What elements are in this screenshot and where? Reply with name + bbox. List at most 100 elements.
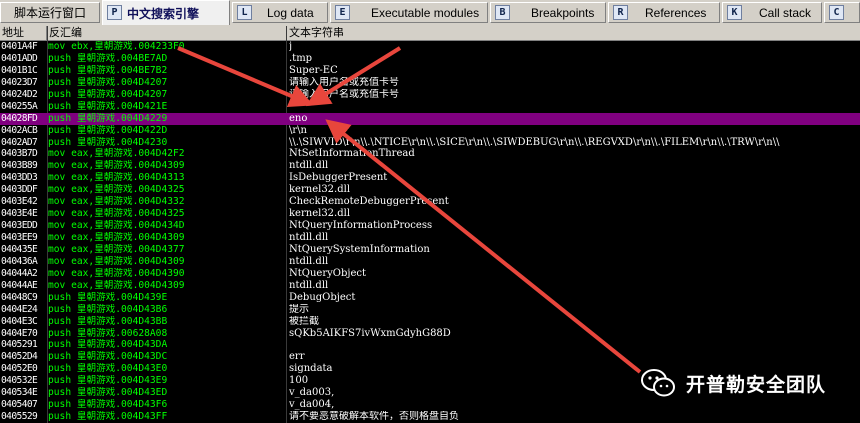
address-cell: 0404E3C [1, 315, 38, 327]
column-disassembly-header[interactable]: 反汇编 [47, 26, 287, 40]
disassembly-cell: mov eax,皇朝游戏.004D42F2 [48, 148, 185, 160]
table-row[interactable]: 040436A mov eax,皇朝游戏.004D4309 ntdll.dll [0, 256, 860, 268]
tab-references[interactable]: R References [608, 2, 720, 23]
address-cell: 04052E0 [1, 363, 38, 375]
table-row[interactable]: 0405529 push 皇朝游戏.004D43FF 请不要恶意破解本软件，否则格盘… [0, 411, 860, 423]
disassembly-cell: push 皇朝游戏.004D43FF [48, 411, 168, 423]
table-row-selected[interactable]: 04028FD push 皇朝游戏.004D4229 eno [0, 112, 860, 125]
disassembly-cell: push 皇朝游戏.004D43BB [48, 315, 168, 327]
disassembly-cell: push 皇朝游戏.004D4207 [48, 88, 168, 100]
text-string-cell: \\.\SIWVID\r\n\\.\NTICE\r\n\\.\SICE\r\n\… [289, 136, 780, 148]
address-cell: 0403B89 [1, 160, 38, 172]
tab-call-stack[interactable]: K Call stack [722, 2, 822, 23]
address-cell: 0405291 [1, 339, 38, 351]
table-row[interactable]: 0403B89 mov eax,皇朝游戏.004D4309 ntdll.dll [0, 160, 860, 172]
table-row[interactable]: 04044A2 mov eax,皇朝游戏.004D4390 NtQueryObjec… [0, 268, 860, 280]
disassembly-cell: mov eax,皇朝游戏.004D4309 [48, 255, 185, 267]
address-cell: 0403E42 [1, 196, 38, 208]
disassembly-cell: push 皇朝游戏.004D43F6 [48, 399, 168, 411]
table-row[interactable]: 04044AE mov eax,皇朝游戏.004D4309 ntdll.dll [0, 280, 860, 292]
table-row[interactable]: 04048C9 push 皇朝游戏.004D439E DebugObject [0, 292, 860, 304]
tab-cpu[interactable]: C [824, 2, 860, 23]
table-row[interactable]: 0403DDF mov eax,皇朝游戏.004D4325 kernel32.dll [0, 184, 860, 196]
address-cell: 0403E4E [1, 208, 38, 220]
disassembly-cell: mov eax,皇朝游戏.004D4325 [48, 184, 185, 196]
address-cell: 0403EDD [1, 220, 38, 232]
disassembly-cell: push 皇朝游戏.004D421E [48, 100, 168, 112]
log-icon: L [237, 5, 252, 20]
table-row[interactable]: 0403EDD mov eax,皇朝游戏.004D434D NtQueryInfor… [0, 220, 860, 232]
disassembly-cell: mov eax,皇朝游戏.004D4377 [48, 243, 185, 255]
breakpoint-icon: B [495, 5, 510, 20]
column-address-header[interactable]: 地址 [0, 26, 47, 40]
address-cell: 0405529 [1, 411, 38, 423]
table-row[interactable]: 0402ACB push 皇朝游戏.004D422D \r\n [0, 125, 860, 137]
text-string-cell: \r\n [289, 124, 307, 136]
table-row[interactable]: 0401ADD push 皇朝游戏.004BE7AD .tmp [0, 53, 860, 65]
text-string-cell: eno [289, 112, 308, 124]
tab-label: Log data [267, 5, 314, 20]
tab-executable-modules[interactable]: E Executable modules [330, 2, 488, 23]
table-row[interactable]: 040435E mov eax,皇朝游戏.004D4377 NtQuerySyste… [0, 244, 860, 256]
text-string-cell: ntdll.dll [289, 160, 329, 172]
table-row[interactable]: 0404E70 push 皇朝游戏.00628A08 sQKb5AIKFS7ivWx… [0, 328, 860, 340]
call-stack-icon: K [727, 5, 742, 20]
table-row[interactable]: 04023D7 push 皇朝游戏.004D4207 请输入用户名或充值卡号 [0, 77, 860, 89]
address-cell: 0403B7D [1, 148, 38, 160]
tab-label: Call stack [759, 5, 812, 20]
address-cell: 04024D2 [1, 88, 38, 100]
tab-script-window[interactable]: 脚本运行窗口 [0, 2, 100, 23]
disassembly-cell: push 皇朝游戏.004BE7AD [48, 52, 168, 64]
address-cell: 0404E70 [1, 327, 38, 339]
address-cell: 0402AD7 [1, 136, 38, 148]
text-string-cell: Super-EC [289, 64, 338, 76]
table-row[interactable]: 0403B7D mov eax,皇朝游戏.004D42F2 NtSetInforma… [0, 148, 860, 160]
table-row[interactable]: 0403EE9 mov eax,皇朝游戏.004D4309 ntdll.dll [0, 232, 860, 244]
table-row[interactable]: 0403E4E mov eax,皇朝游戏.004D4325 kernel32.dll [0, 208, 860, 220]
disassembly-cell: push 皇朝游戏.004D43DA [48, 339, 168, 351]
disassembly-cell: push 皇朝游戏.004D43B6 [48, 303, 168, 315]
tab-label: Executable modules [371, 5, 480, 20]
address-cell: 0403DD3 [1, 172, 38, 184]
tab-chinese-search[interactable]: P 中文搜索引擎 [102, 0, 230, 25]
table-row[interactable]: 0403DD3 mov eax,皇朝游戏.004D4313 IsDebuggerPr… [0, 172, 860, 184]
table-row[interactable]: 0402AD7 push 皇朝游戏.004D4230 \\.\SIWVID\r\n\… [0, 137, 860, 149]
reference-icon: R [613, 5, 628, 20]
table-row[interactable]: 0401B1C push 皇朝游戏.004BE7B2 Super-EC [0, 65, 860, 77]
disassembly-cell: mov eax,皇朝游戏.004D4309 [48, 160, 185, 172]
table-row[interactable]: 0403E42 mov eax,皇朝游戏.004D4332 CheckRemoteD… [0, 196, 860, 208]
watermark-text: 开普勒安全团队 [686, 373, 827, 396]
text-string-cell: ntdll.dll [289, 279, 329, 291]
module-icon: E [335, 5, 350, 20]
text-string-cell: NtQueryObject [289, 267, 366, 279]
address-cell: 04044AE [1, 279, 38, 291]
table-row[interactable]: 0404E24 push 皇朝游戏.004D43B6 提示 [0, 304, 860, 316]
address-cell: 040534E [1, 387, 38, 399]
table-row[interactable]: 04024D2 push 皇朝游戏.004D4207 请输入用户名或充值卡号 [0, 89, 860, 101]
wechat-icon [641, 369, 675, 397]
table-row[interactable]: 040255A push 皇朝游戏.004D421E [0, 101, 860, 113]
table-row[interactable]: 0405291 push 皇朝游戏.004D43DA [0, 339, 860, 351]
tab-label: 脚本运行窗口 [13, 6, 86, 20]
watermark: 开普勒安全团队 [640, 365, 826, 401]
tab-log-data[interactable]: L Log data [232, 2, 328, 23]
disassembly-cell: push 皇朝游戏.004D4230 [48, 136, 168, 148]
table-row[interactable]: 0404E3C push 皇朝游戏.004D43BB 被拦截 [0, 316, 860, 328]
text-string-cell: NtQuerySystemInformation [289, 243, 430, 255]
address-cell: 0404E24 [1, 303, 38, 315]
tab-label: References [645, 5, 707, 20]
table-row[interactable]: 0401A4F mov ebx,皇朝游戏.004233F0 j [0, 41, 860, 53]
table-row[interactable]: 04052D4 push 皇朝游戏.004D43DC err [0, 351, 860, 363]
disassembly-cell: mov eax,皇朝游戏.004D4332 [48, 196, 185, 208]
text-string-cell: 被拦截 [289, 315, 319, 327]
column-text-header[interactable]: 文本字符串 [287, 26, 860, 40]
disassembly-cell: push 皇朝游戏.004D4229 [48, 112, 168, 124]
tab-breakpoints[interactable]: B Breakpoints [490, 2, 606, 23]
address-cell: 0401A4F [1, 41, 38, 52]
disassembly-cell: mov eax,皇朝游戏.004D4309 [48, 279, 185, 291]
tab-bar: 脚本运行窗口 P 中文搜索引擎 L Log data E Executable … [0, 0, 860, 27]
column-header: 地址 反汇编 文本字符串 [0, 26, 860, 41]
disassembly-cell: push 皇朝游戏.004D43DC [48, 351, 168, 363]
text-string-cell: err [289, 351, 305, 363]
tab-label: 中文搜索引擎 [127, 6, 200, 21]
